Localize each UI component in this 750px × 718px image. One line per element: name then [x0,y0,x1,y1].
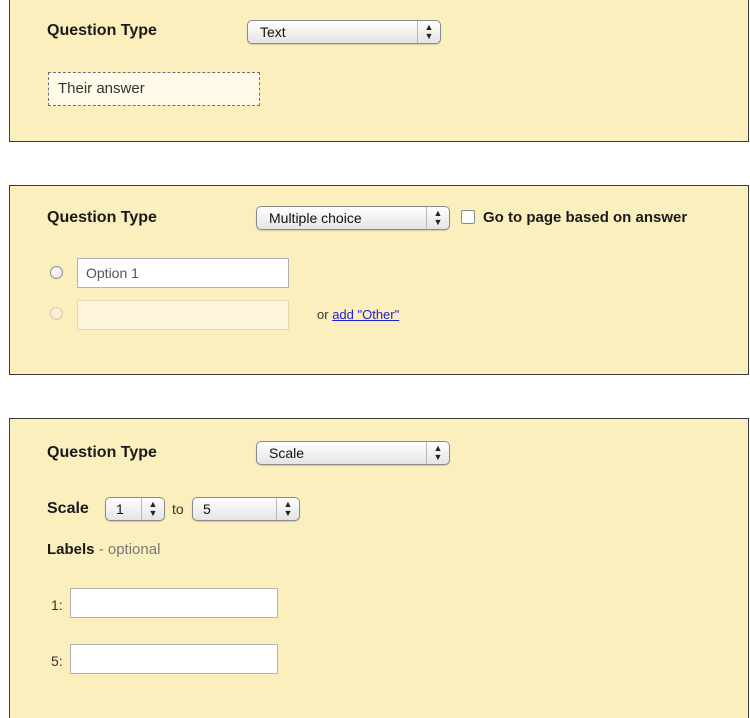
scale-from-select[interactable]: 1 ▲ ▼ [105,497,165,521]
labels-heading: Labels - optional [47,541,160,558]
question-type-label: Question Type [47,209,157,226]
scale-to-value: 5 [203,501,211,517]
question-type-value: Multiple choice [269,210,362,226]
add-other-row: or add "Other" [317,307,399,322]
select-arrows-icon: ▲ ▼ [426,442,449,464]
label-1-prefix: 1: [51,597,63,613]
to-text: to [172,501,184,517]
select-arrows-icon: ▲ ▼ [426,207,449,229]
scale-label: Scale [47,500,89,517]
label-5-input[interactable] [70,644,278,674]
add-other-link[interactable]: add "Other" [332,307,399,322]
select-arrows-icon: ▲ ▼ [417,21,440,43]
option-2-input[interactable] [77,300,289,330]
question-type-label: Question Type [47,444,157,461]
question-type-select[interactable]: Scale ▲ ▼ [256,441,450,465]
option-2-radio[interactable] [50,307,63,320]
select-arrows-icon: ▲ ▼ [276,498,299,520]
question-type-select[interactable]: Text ▲ ▼ [247,20,441,44]
scale-from-value: 1 [116,501,124,517]
option-1-radio[interactable] [50,266,63,279]
question-type-value: Text [260,24,286,40]
select-arrows-icon: ▲ ▼ [141,498,164,520]
go-to-page-label: Go to page based on answer [483,209,688,226]
text-question-panel: Question Type Text ▲ ▼ Their answer [9,0,749,142]
label-1-input[interactable] [70,588,278,618]
multiple-choice-question-panel: Question Type Multiple choice ▲ ▼ Go to p… [9,185,749,375]
go-to-page-checkbox[interactable] [461,210,475,224]
or-text: or [317,307,329,322]
labels-optional-text: - optional [98,541,161,558]
labels-heading-text: Labels [47,541,95,558]
question-type-value: Scale [269,445,305,461]
their-answer-field: Their answer [48,72,260,106]
option-1-input[interactable]: Option 1 [77,258,289,288]
label-5-prefix: 5: [51,653,63,669]
question-type-select[interactable]: Multiple choice ▲ ▼ [256,206,450,230]
scale-question-panel: Question Type Scale ▲ ▼ Scale 1 ▲ ▼ to 5 ▲… [9,418,749,718]
question-type-label: Question Type [47,22,157,39]
scale-to-select[interactable]: 5 ▲ ▼ [192,497,300,521]
